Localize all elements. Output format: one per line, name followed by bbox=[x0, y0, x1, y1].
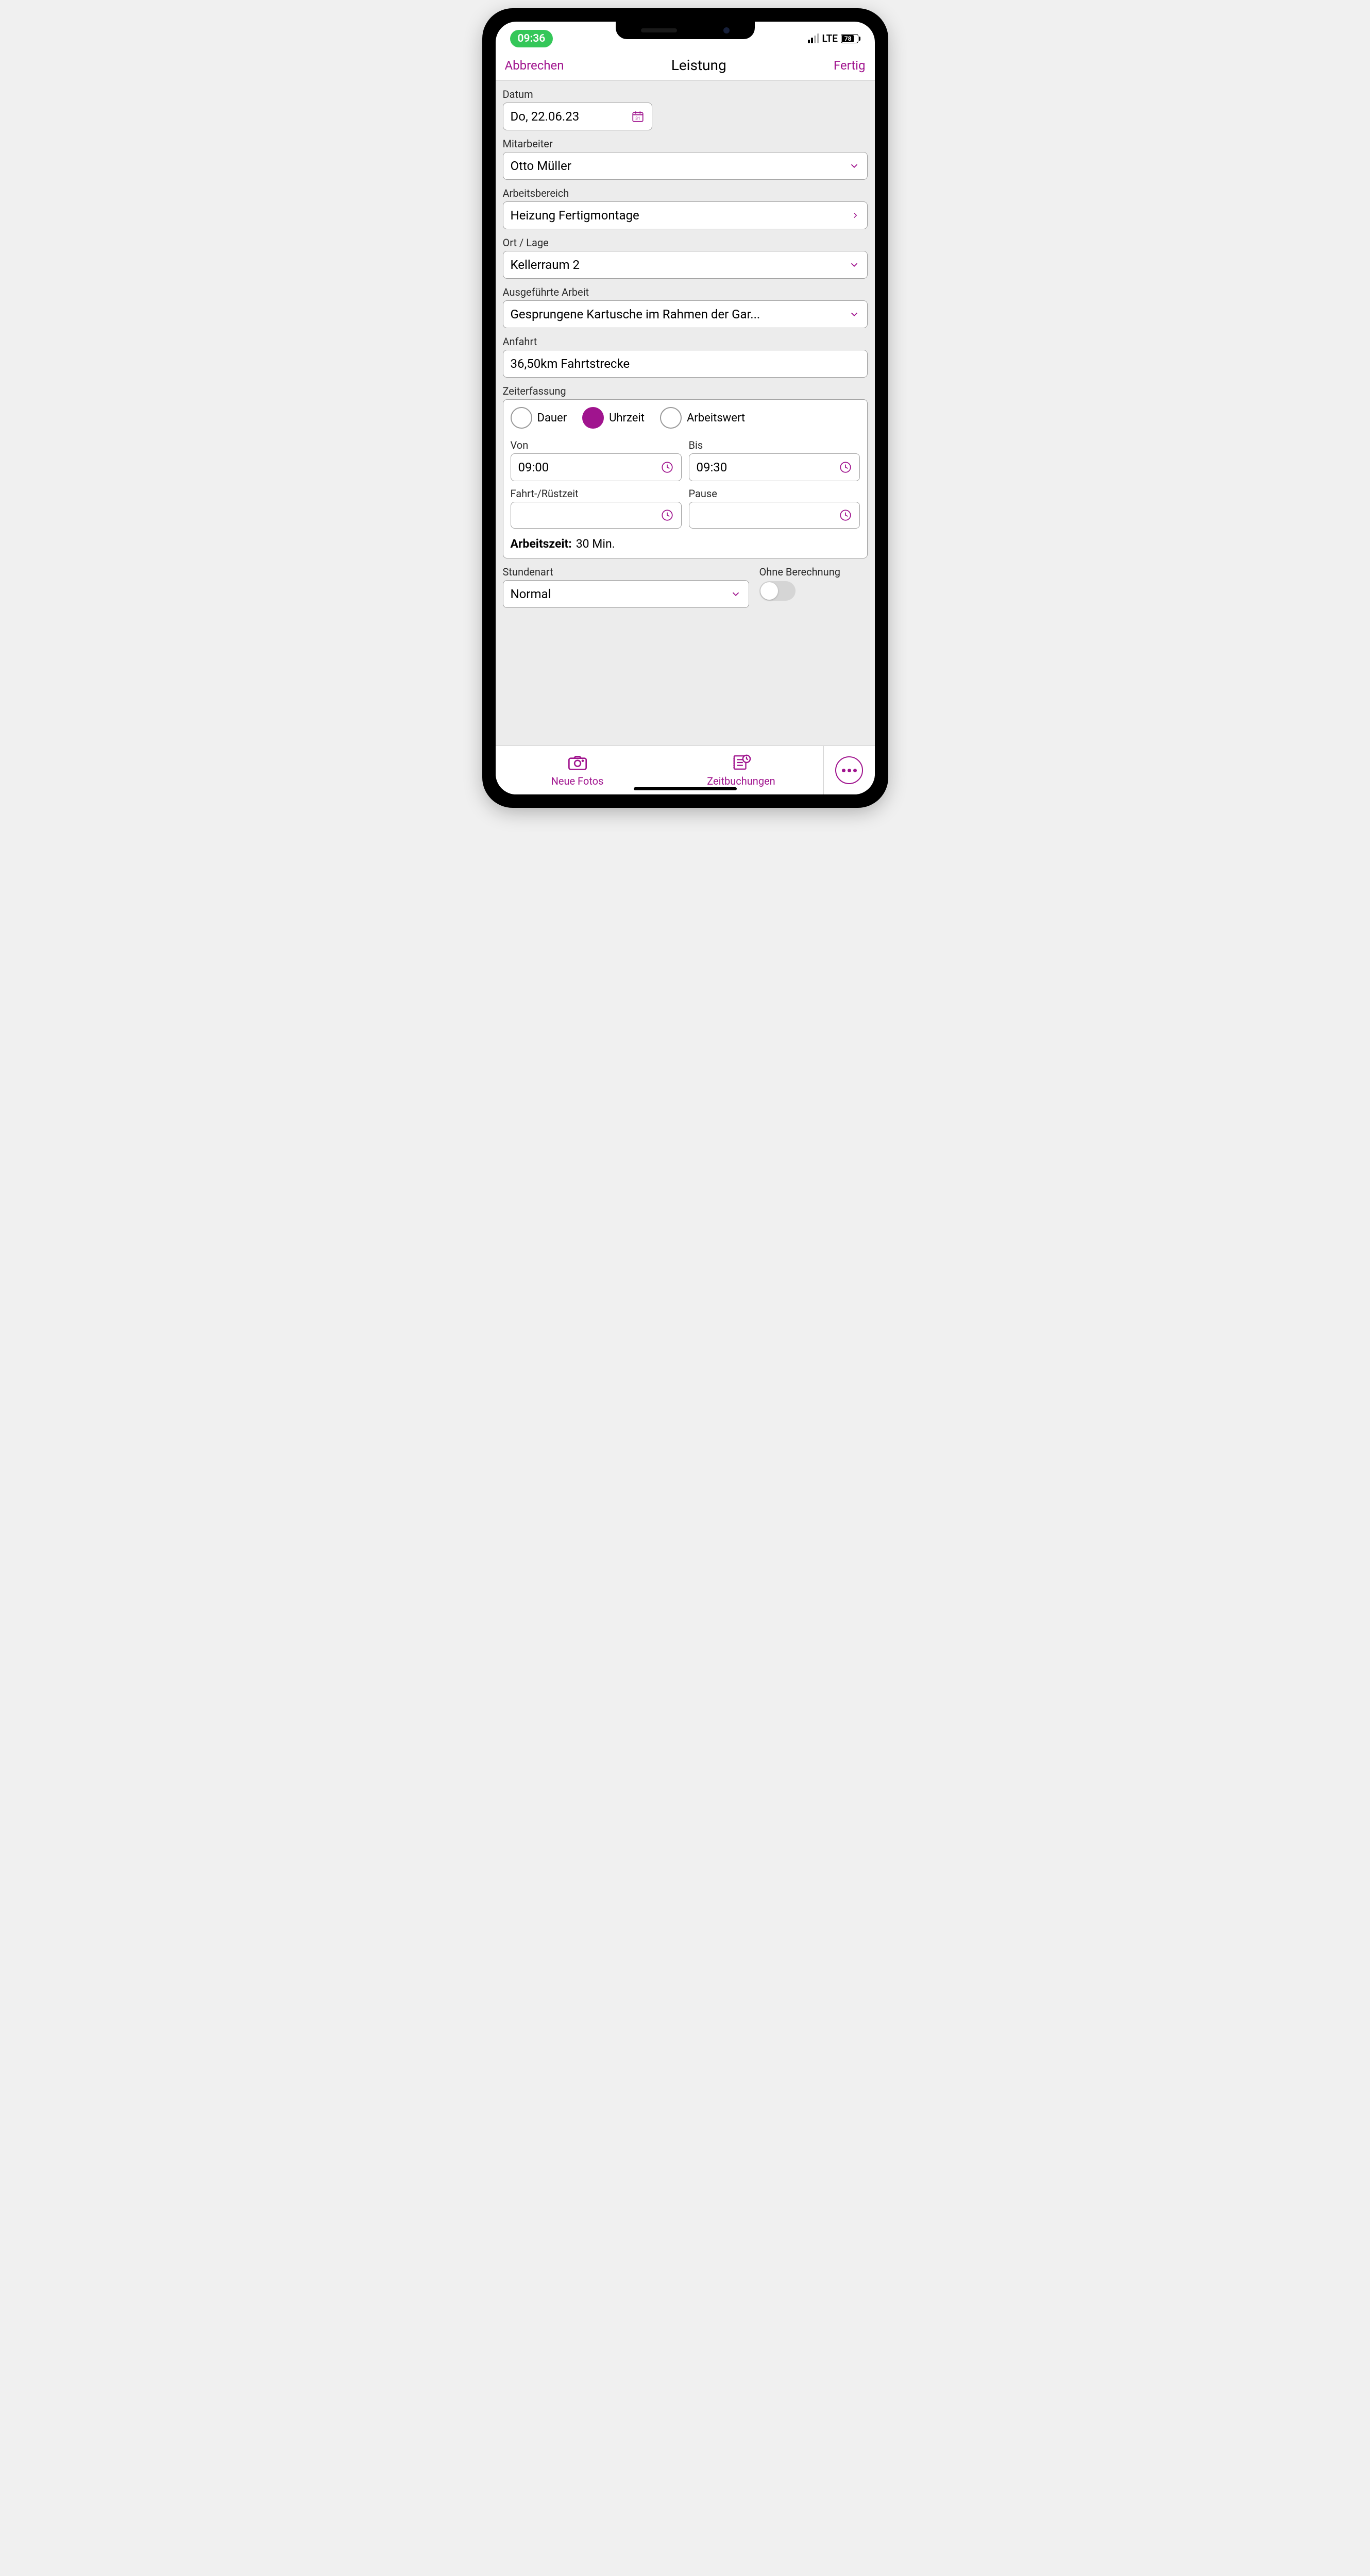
stundenart-value: Normal bbox=[511, 587, 551, 601]
arbeitsbereich-label: Arbeitsbereich bbox=[503, 187, 868, 199]
calendar-icon: 31 bbox=[631, 110, 645, 123]
anfahrt-label: Anfahrt bbox=[503, 335, 868, 348]
arbeit-value: Gesprungene Kartusche im Rahmen der Gar.… bbox=[511, 307, 760, 321]
ohne-berechnung-toggle[interactable] bbox=[759, 581, 796, 601]
zeiterfassung-panel: Dauer Uhrzeit Arbeitswert V bbox=[503, 399, 868, 558]
stundenart-label: Stundenart bbox=[503, 566, 749, 578]
arbeit-select[interactable]: Gesprungene Kartusche im Rahmen der Gar.… bbox=[503, 300, 868, 328]
timesheet-icon bbox=[731, 754, 752, 774]
zeiterfassung-label: Zeiterfassung bbox=[503, 385, 868, 397]
cancel-button[interactable]: Abbrechen bbox=[505, 58, 564, 73]
battery-icon: 78 bbox=[841, 34, 860, 43]
home-indicator bbox=[634, 787, 737, 790]
svg-text:31: 31 bbox=[635, 116, 640, 122]
datum-field[interactable]: Do, 22.06.23 31 bbox=[503, 103, 652, 130]
anfahrt-value: 36,50km Fahrtstrecke bbox=[511, 357, 630, 371]
ort-value: Kellerraum 2 bbox=[511, 258, 580, 272]
status-right: LTE 78 bbox=[808, 32, 860, 44]
ort-label: Ort / Lage bbox=[503, 236, 868, 249]
pause-field[interactable] bbox=[689, 502, 860, 529]
arbeitsbereich-select[interactable]: Heizung Fertigmontage bbox=[503, 201, 868, 229]
arbeit-label: Ausgeführte Arbeit bbox=[503, 286, 868, 298]
anfahrt-field[interactable]: 36,50km Fahrtstrecke bbox=[503, 350, 868, 378]
form-content: Datum Do, 22.06.23 31 Mitarbeiter Otto M… bbox=[496, 81, 875, 745]
ohne-berechnung-label: Ohne Berechnung bbox=[759, 566, 868, 578]
radio-circle-selected-icon bbox=[582, 407, 604, 429]
datum-value: Do, 22.06.23 bbox=[511, 109, 580, 124]
bis-field[interactable]: 09:30 bbox=[689, 453, 860, 481]
mitarbeiter-select[interactable]: Otto Müller bbox=[503, 152, 868, 180]
von-label: Von bbox=[511, 439, 682, 451]
notch bbox=[616, 22, 755, 39]
chevron-down-icon bbox=[849, 309, 860, 320]
page-title: Leistung bbox=[671, 57, 726, 74]
von-field[interactable]: 09:00 bbox=[511, 453, 682, 481]
camera-icon bbox=[567, 754, 588, 774]
arbeitszeit-prefix: Arbeitszeit: bbox=[511, 537, 572, 551]
clock-icon bbox=[839, 509, 852, 522]
arbeitszeit-row: Arbeitszeit: 30 Min. bbox=[511, 537, 860, 551]
radio-uhrzeit[interactable]: Uhrzeit bbox=[582, 407, 645, 429]
clock-icon bbox=[661, 461, 674, 474]
tab-neue-fotos[interactable]: Neue Fotos bbox=[496, 754, 659, 787]
bis-value: 09:30 bbox=[697, 460, 728, 474]
radio-arbeitswert[interactable]: Arbeitswert bbox=[660, 407, 745, 429]
more-button[interactable] bbox=[835, 756, 863, 784]
done-button[interactable]: Fertig bbox=[834, 58, 866, 73]
radio-circle-icon bbox=[660, 407, 682, 429]
fahrt-label: Fahrt-/Rüstzeit bbox=[511, 487, 682, 500]
tab-zeit-label: Zeitbuchungen bbox=[707, 775, 775, 787]
clock-icon bbox=[839, 461, 852, 474]
chevron-right-icon bbox=[851, 210, 860, 221]
phone-screen: 09:36 LTE 78 Abbrechen Leistung Fertig D… bbox=[496, 22, 875, 794]
chevron-down-icon bbox=[849, 259, 860, 270]
clock-icon bbox=[661, 509, 674, 522]
datum-label: Datum bbox=[503, 88, 868, 100]
arbeitszeit-value: 30 Min. bbox=[576, 537, 615, 551]
bis-label: Bis bbox=[689, 439, 860, 451]
von-value: 09:00 bbox=[518, 460, 549, 474]
stundenart-select[interactable]: Normal bbox=[503, 580, 749, 608]
arbeitsbereich-value: Heizung Fertigmontage bbox=[511, 208, 639, 223]
chevron-down-icon bbox=[849, 160, 860, 172]
radio-dauer[interactable]: Dauer bbox=[511, 407, 567, 429]
mitarbeiter-label: Mitarbeiter bbox=[503, 138, 868, 150]
phone-frame: 09:36 LTE 78 Abbrechen Leistung Fertig D… bbox=[484, 10, 886, 806]
zeit-mode-radios: Dauer Uhrzeit Arbeitswert bbox=[511, 407, 860, 429]
signal-icon bbox=[808, 33, 819, 43]
nav-bar: Abbrechen Leistung Fertig bbox=[496, 50, 875, 81]
toggle-knob bbox=[760, 582, 778, 600]
tab-fotos-label: Neue Fotos bbox=[551, 775, 604, 787]
mitarbeiter-value: Otto Müller bbox=[511, 159, 571, 173]
pause-label: Pause bbox=[689, 487, 860, 500]
status-time-pill: 09:36 bbox=[510, 30, 553, 47]
tab-zeitbuchungen[interactable]: Zeitbuchungen bbox=[659, 754, 823, 787]
chevron-down-icon bbox=[730, 588, 741, 600]
fahrt-field[interactable] bbox=[511, 502, 682, 529]
ort-select[interactable]: Kellerraum 2 bbox=[503, 251, 868, 279]
network-label: LTE bbox=[822, 32, 838, 44]
dot-icon bbox=[853, 769, 857, 772]
dot-icon bbox=[848, 769, 851, 772]
more-button-container bbox=[823, 746, 875, 794]
radio-circle-icon bbox=[511, 407, 532, 429]
dot-icon bbox=[842, 769, 845, 772]
